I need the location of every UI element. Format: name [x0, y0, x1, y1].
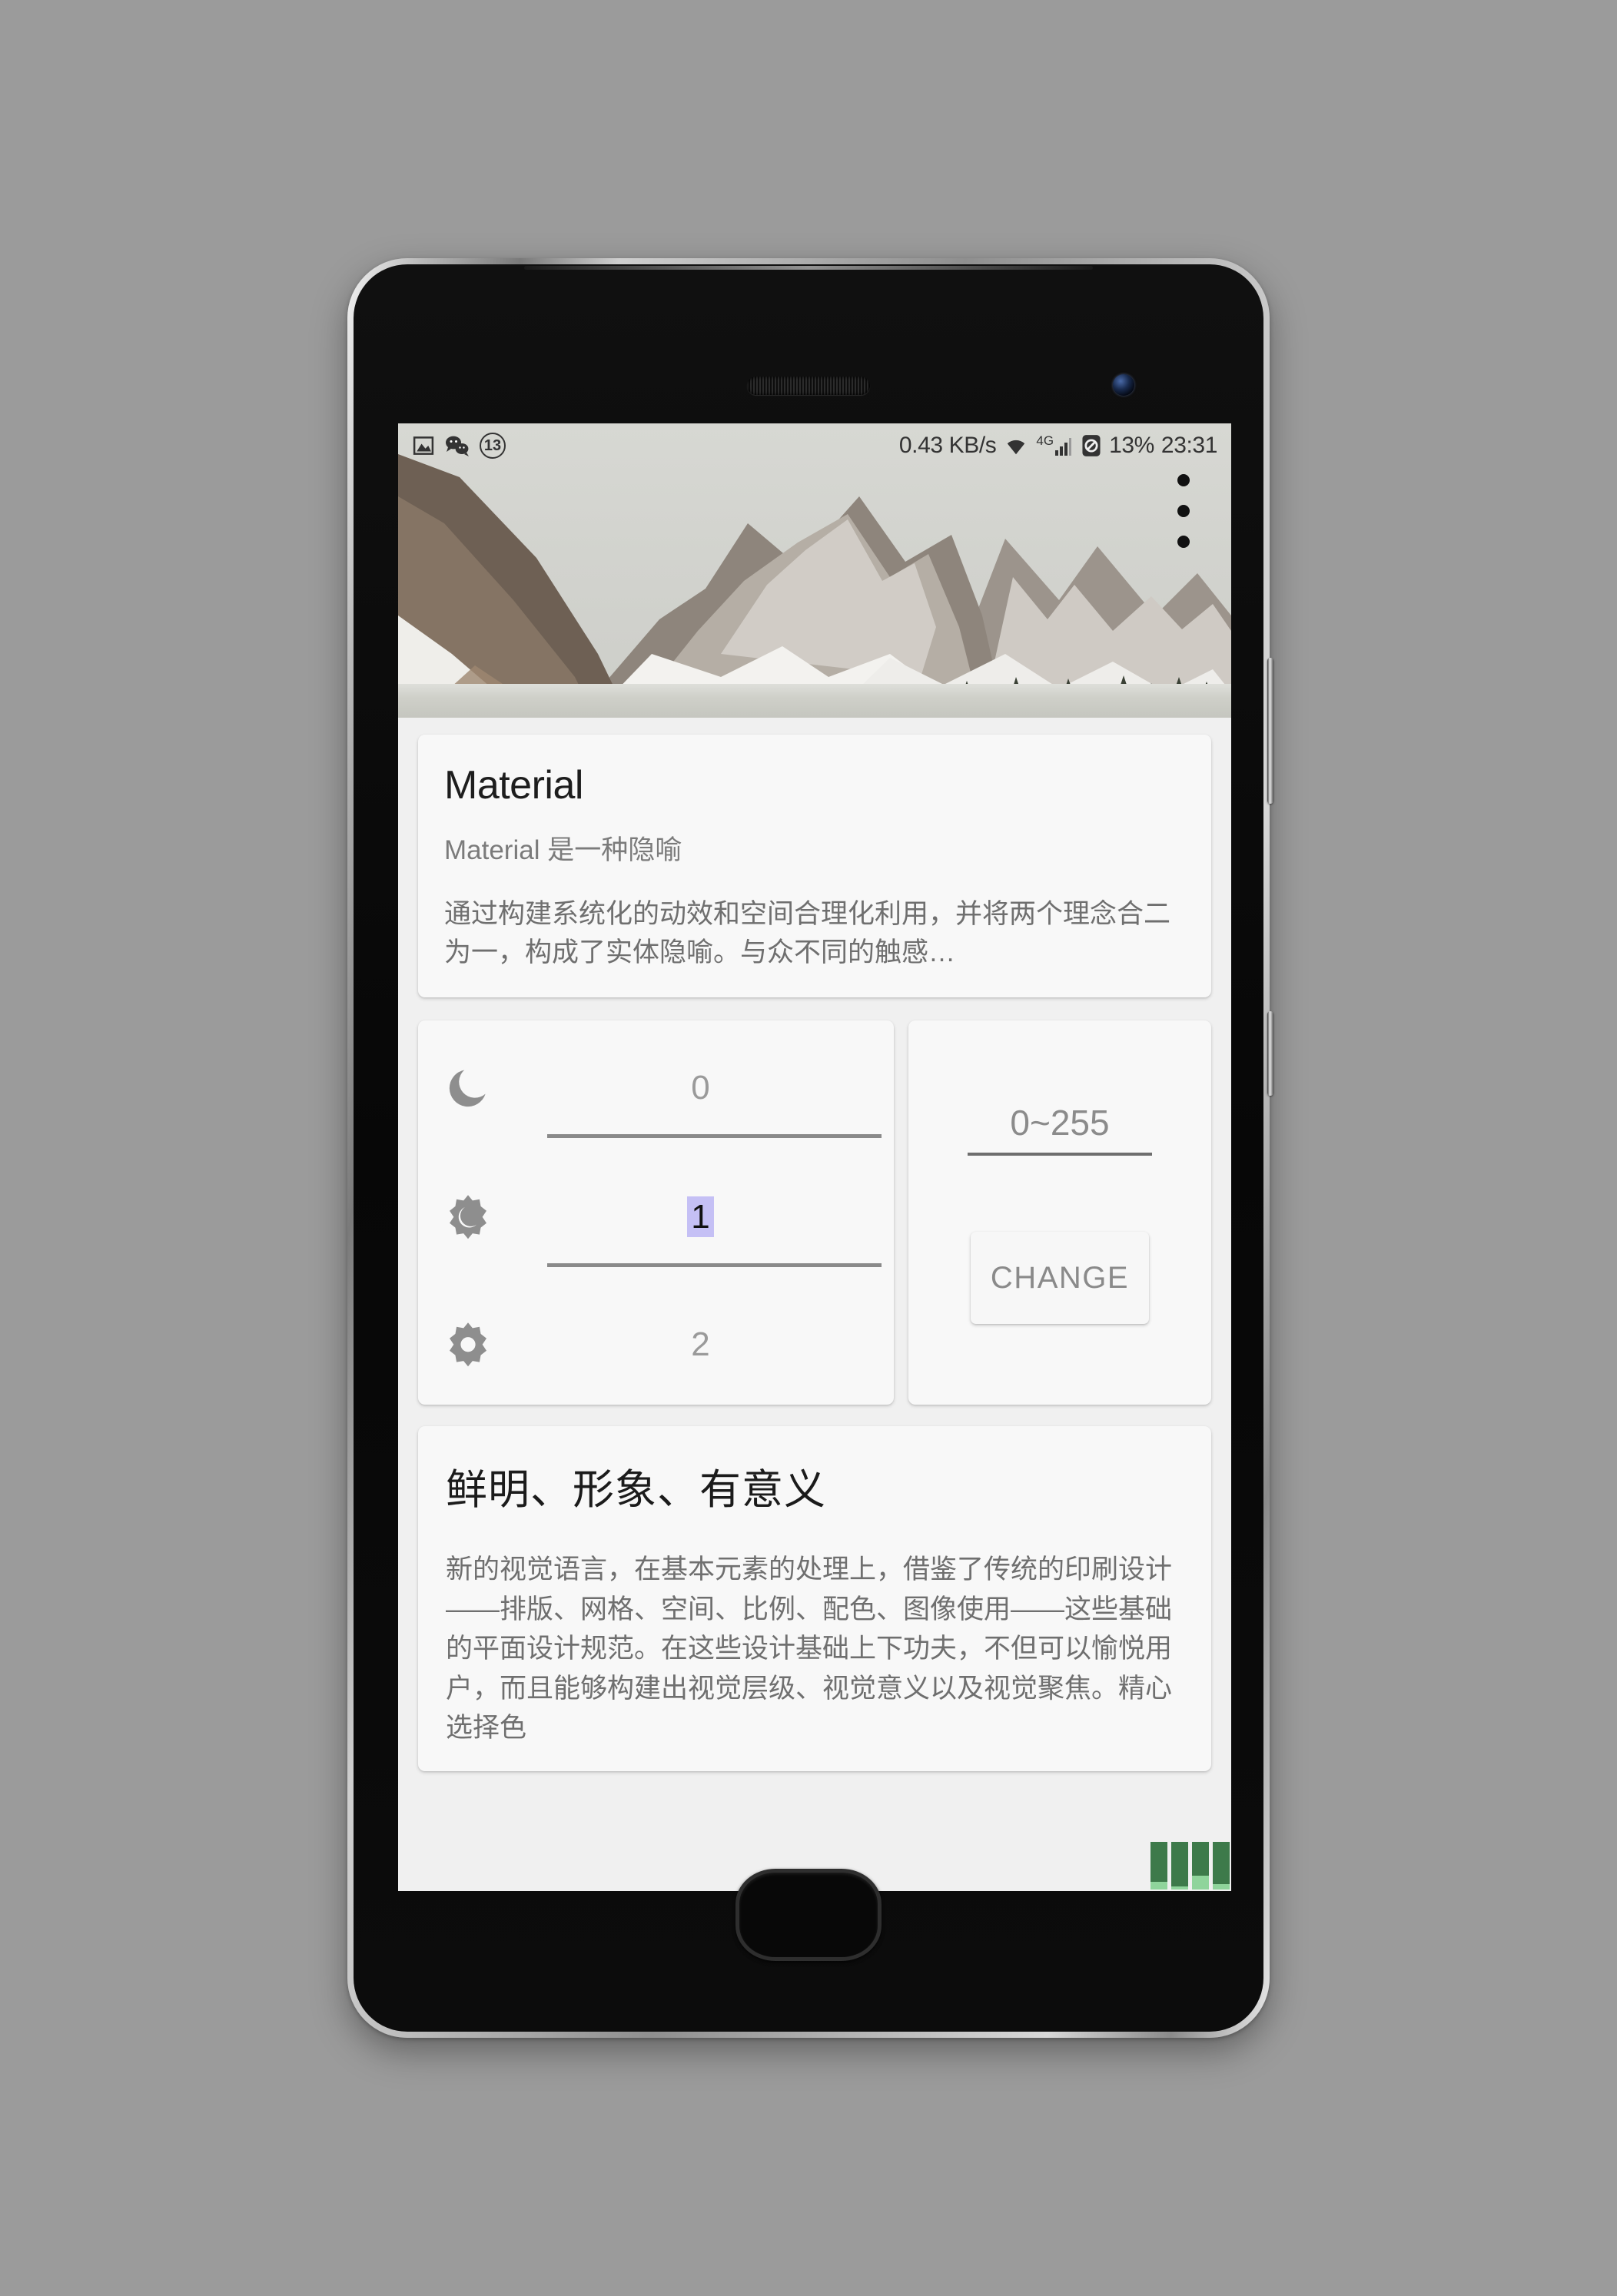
home-button[interactable]: [735, 1869, 882, 1961]
range-input-wrapper: [968, 1102, 1152, 1156]
notification-count-label: 13: [483, 436, 502, 454]
vivid-card-title: 鲜明、形象、有意义: [446, 1467, 826, 1514]
volume-rocker-button[interactable]: [1267, 658, 1273, 804]
more-dot-2: [1177, 505, 1190, 517]
perf-bar-3-light: [1213, 1884, 1230, 1890]
wifi-icon: [1008, 440, 1025, 455]
brightness-high-icon: [418, 1320, 518, 1369]
status-bar-right: 0.43 KB/s 4G 13% 23:31: [898, 433, 1218, 459]
change-brightness-card[interactable]: CHANGE: [908, 1020, 1211, 1405]
perf-bar-3: [1213, 1842, 1230, 1890]
perf-bar-1-light: [1171, 1886, 1188, 1890]
perf-bar-2-light: [1192, 1876, 1209, 1890]
status-bar-left: 13: [412, 433, 506, 459]
perf-bar-3-dark: [1213, 1842, 1230, 1884]
network-speed-label: 0.43 KB/s: [898, 433, 997, 458]
perf-bar-1: [1171, 1842, 1188, 1890]
more-vert-icon[interactable]: [1167, 474, 1200, 548]
picker-divider-top: [547, 1134, 882, 1139]
perf-bar-0: [1150, 1842, 1167, 1890]
sim-no-icon: [1082, 435, 1101, 456]
material-card-subtitle: Material 是一种隐喻: [444, 835, 682, 865]
gpu-profiling-bars: [1150, 1842, 1231, 1891]
phone-screen: 13 0.43 KB/s 4G 13% 23:31 Material Mater…: [398, 423, 1231, 1891]
material-card[interactable]: Material Material 是一种隐喻 通过构建系统化的动效和空间合理化…: [418, 735, 1211, 998]
picker-row-0[interactable]: 0: [418, 1051, 894, 1125]
content-scroll-area[interactable]: Material Material 是一种隐喻 通过构建系统化的动效和空间合理化…: [398, 718, 1231, 1891]
clock-label: 23:31: [1160, 433, 1217, 458]
earpiece-speaker: [747, 377, 870, 395]
screenshot-icon: [413, 436, 434, 455]
lake-water: [398, 684, 1231, 718]
pickers-row: 0 1 2 0~255 CHANGE: [418, 1020, 1211, 1405]
change-button[interactable]: CHANGE: [971, 1232, 1149, 1325]
picker-value-0: 0: [691, 1069, 710, 1107]
perf-bar-2-dark: [1192, 1842, 1209, 1876]
moon-icon: [418, 1063, 518, 1113]
phone-body: 13 0.43 KB/s 4G 13% 23:31 Material Mater…: [354, 264, 1263, 2032]
picker-divider-bottom: [547, 1263, 882, 1268]
picker-row-1[interactable]: 1: [418, 1180, 894, 1254]
brightness-value-input[interactable]: [968, 1102, 1152, 1153]
input-underline: [968, 1153, 1152, 1156]
more-dot-1: [1177, 474, 1190, 486]
picker-row-2[interactable]: 2: [418, 1308, 894, 1382]
perf-bar-1-dark: [1171, 1842, 1188, 1886]
mobile-network-label: 4G: [1036, 433, 1054, 448]
vivid-card[interactable]: 鲜明、形象、有意义 新的视觉语言，在基本元素的处理上，借鉴了传统的印刷设计——排…: [418, 1426, 1211, 1771]
picker-value-2: 2: [691, 1326, 710, 1364]
signal-bars-icon: [1055, 438, 1072, 456]
front-camera-icon: [1113, 374, 1134, 396]
material-card-title: Material: [444, 763, 583, 808]
perf-bar-2: [1192, 1842, 1209, 1890]
vivid-card-body: 新的视觉语言，在基本元素的处理上，借鉴了传统的印刷设计——排版、网格、空间、比例…: [446, 1554, 1173, 1744]
material-card-body: 通过构建系统化的动效和空间合理化利用，并将两个理念合二为一，构成了实体隐喻。与众…: [444, 899, 1171, 967]
more-dot-3: [1177, 536, 1190, 548]
picker-value-1-text: 1: [687, 1196, 714, 1238]
wechat-icon: [446, 436, 469, 456]
notification-count-badge: 13: [480, 433, 506, 459]
battery-percent-label: 13%: [1109, 433, 1154, 458]
hero-image: 13 0.43 KB/s 4G 13% 23:31: [398, 423, 1231, 718]
brightness-medium-icon: [418, 1193, 518, 1242]
status-bar: 13 0.43 KB/s 4G 13% 23:31: [398, 423, 1231, 468]
brightness-picker-card[interactable]: 0 1 2: [418, 1020, 894, 1405]
perf-bar-0-dark: [1150, 1842, 1167, 1882]
picker-value-1: 1: [518, 1196, 894, 1238]
phone-device-frame: 13 0.43 KB/s 4G 13% 23:31 Material Mater…: [347, 258, 1273, 2038]
perf-bar-0-light: [1150, 1882, 1167, 1890]
bezel-top-highlight: [524, 266, 1093, 270]
power-button[interactable]: [1267, 1011, 1273, 1096]
